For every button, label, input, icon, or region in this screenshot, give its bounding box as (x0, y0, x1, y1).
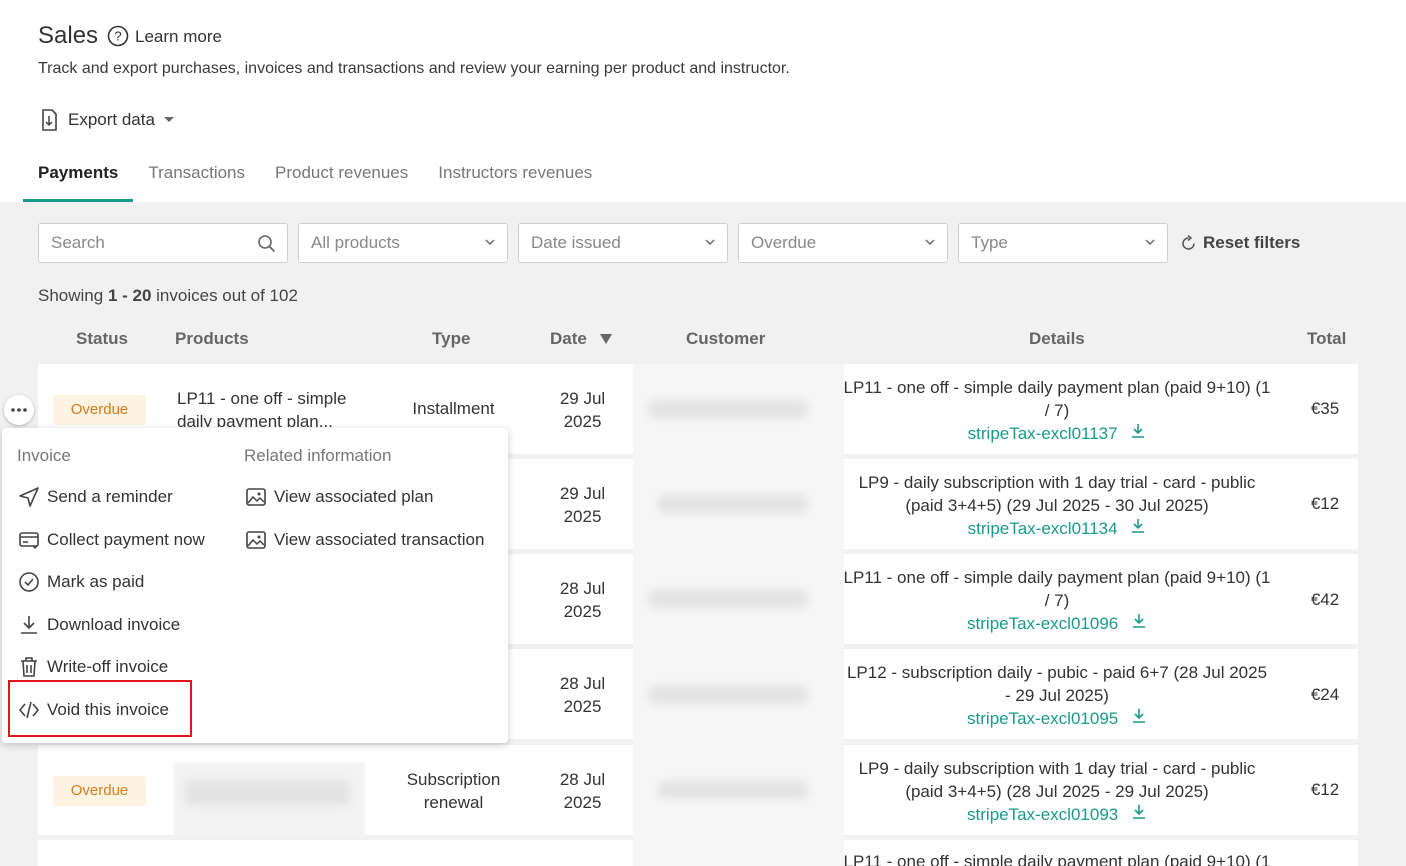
date-cell: 29 Jul 2025 (559, 484, 606, 526)
tab-bar: Payments Transactions Product revenues I… (23, 160, 607, 202)
download-icon[interactable] (1131, 613, 1147, 629)
tab-product-revenues[interactable]: Product revenues (260, 160, 423, 202)
col-total: Total (1307, 329, 1347, 348)
tab-payments[interactable]: Payments (23, 160, 134, 202)
redacted-customer (658, 495, 808, 513)
col-customer: Customer (686, 329, 766, 348)
redacted-customer (648, 686, 808, 704)
results-summary: Showing 1 - 20 invoices out of 102 (38, 286, 298, 305)
page-title: Sales (38, 22, 99, 49)
redacted-customer (658, 781, 808, 799)
mark-as-paid-item[interactable]: Mark as paid (18, 571, 144, 593)
details-cell: LP11 - one off - simple daily payment pl… (843, 852, 1271, 866)
svg-text:?: ? (114, 29, 121, 44)
export-data-label: Export data (68, 110, 155, 129)
collect-payment-item[interactable]: Collect payment now (18, 529, 205, 551)
details-cell: LP12 - subscription daily - pubic - paid… (846, 663, 1268, 728)
export-data-button[interactable]: Export data (38, 108, 175, 132)
invoice-link[interactable]: stripeTax-excl01093 (967, 805, 1118, 824)
total-cell: €35 (1310, 399, 1340, 418)
type-cell: Installment (412, 399, 495, 418)
send-reminder-item[interactable]: Send a reminder (18, 486, 173, 508)
card-icon (19, 532, 39, 549)
details-cell: LP9 - daily subscription with 1 day tria… (858, 473, 1256, 538)
help-circle-icon[interactable]: ? (107, 25, 129, 47)
chevron-down-icon (485, 239, 495, 245)
search-placeholder: Search (51, 233, 105, 252)
search-input[interactable]: Search (38, 223, 288, 263)
total-cell: €42 (1310, 590, 1340, 609)
download-icon[interactable] (1130, 518, 1146, 534)
type-cell: Subscription renewal (406, 770, 501, 812)
invoice-link[interactable]: stripeTax-excl01096 (967, 614, 1118, 633)
view-associated-transaction-item[interactable]: View associated transaction (245, 529, 484, 551)
date-cell: 28 Jul 2025 (559, 579, 606, 621)
products-filter[interactable]: All products (298, 223, 508, 263)
date-filter-value: Date issued (531, 233, 621, 252)
invoice-link[interactable]: stripeTax-excl01137 (968, 424, 1118, 443)
chevron-down-icon (925, 239, 935, 245)
row-actions-button[interactable] (4, 395, 34, 425)
menu-related-header: Related information (244, 446, 392, 465)
view-associated-plan-item[interactable]: View associated plan (245, 486, 433, 508)
type-filter[interactable]: Type (958, 223, 1168, 263)
check-circle-icon (19, 572, 39, 592)
col-date[interactable]: Date (550, 329, 612, 349)
reset-filters-label: Reset filters (1203, 233, 1301, 252)
redacted-customer (648, 400, 808, 418)
status-badge: Overdue (53, 776, 146, 806)
type-filter-value: Type (971, 233, 1008, 252)
search-icon (258, 235, 276, 253)
col-type: Type (432, 329, 471, 348)
total-cell: €24 (1310, 685, 1340, 704)
void-invoice-highlight (8, 680, 192, 737)
date-cell: 28 Jul 2025 (559, 674, 606, 716)
image-icon (246, 488, 266, 506)
write-off-invoice-item[interactable]: Write-off invoice (18, 656, 168, 678)
col-details: Details (1029, 329, 1085, 348)
chevron-down-icon (1145, 239, 1155, 245)
date-filter[interactable]: Date issued (518, 223, 728, 263)
image-icon (246, 531, 266, 549)
more-horizontal-icon (11, 408, 27, 412)
refresh-icon (1182, 234, 1195, 250)
date-cell: 29 Jul 2025 (559, 389, 606, 431)
reset-filters-button[interactable]: Reset filters (1180, 233, 1300, 253)
trash-icon (21, 657, 37, 677)
send-icon (19, 487, 39, 507)
redacted-customer (648, 590, 808, 608)
col-status: Status (76, 329, 128, 348)
caret-down-icon (163, 117, 174, 122)
invoice-link[interactable]: stripeTax-excl01134 (968, 519, 1118, 538)
tab-instructors-revenues[interactable]: Instructors revenues (423, 160, 607, 202)
product-name[interactable]: LP11 - one off - simple daily payment pl… (177, 387, 367, 427)
status-filter[interactable]: Overdue (738, 223, 948, 263)
date-cell: 28 Jul 2025 (559, 770, 606, 812)
page-subtitle: Track and export purchases, invoices and… (38, 60, 790, 77)
download-icon[interactable] (1131, 708, 1147, 724)
download-icon[interactable] (1130, 423, 1146, 439)
download-icon (21, 616, 37, 634)
status-filter-value: Overdue (751, 233, 817, 252)
download-icon[interactable] (1131, 804, 1147, 820)
menu-invoice-header: Invoice (17, 446, 71, 465)
total-cell: €12 (1310, 494, 1340, 513)
details-cell: LP9 - daily subscription with 1 day tria… (858, 759, 1256, 824)
chevron-down-icon (705, 239, 715, 245)
col-products: Products (175, 329, 249, 348)
learn-more-link[interactable]: Learn more (135, 27, 222, 47)
status-badge: Overdue (53, 395, 146, 425)
tab-transactions[interactable]: Transactions (133, 160, 260, 202)
products-filter-value: All products (311, 233, 400, 252)
invoice-link[interactable]: stripeTax-excl01095 (967, 709, 1118, 728)
details-cell: LP11 - one off - simple daily payment pl… (843, 568, 1271, 633)
details-cell: LP11 - one off - simple daily payment pl… (843, 378, 1271, 443)
download-invoice-item[interactable]: Download invoice (18, 614, 180, 636)
redacted-product (185, 780, 350, 806)
sort-desc-icon (599, 334, 612, 344)
export-file-icon (42, 109, 57, 131)
total-cell: €12 (1310, 780, 1340, 799)
